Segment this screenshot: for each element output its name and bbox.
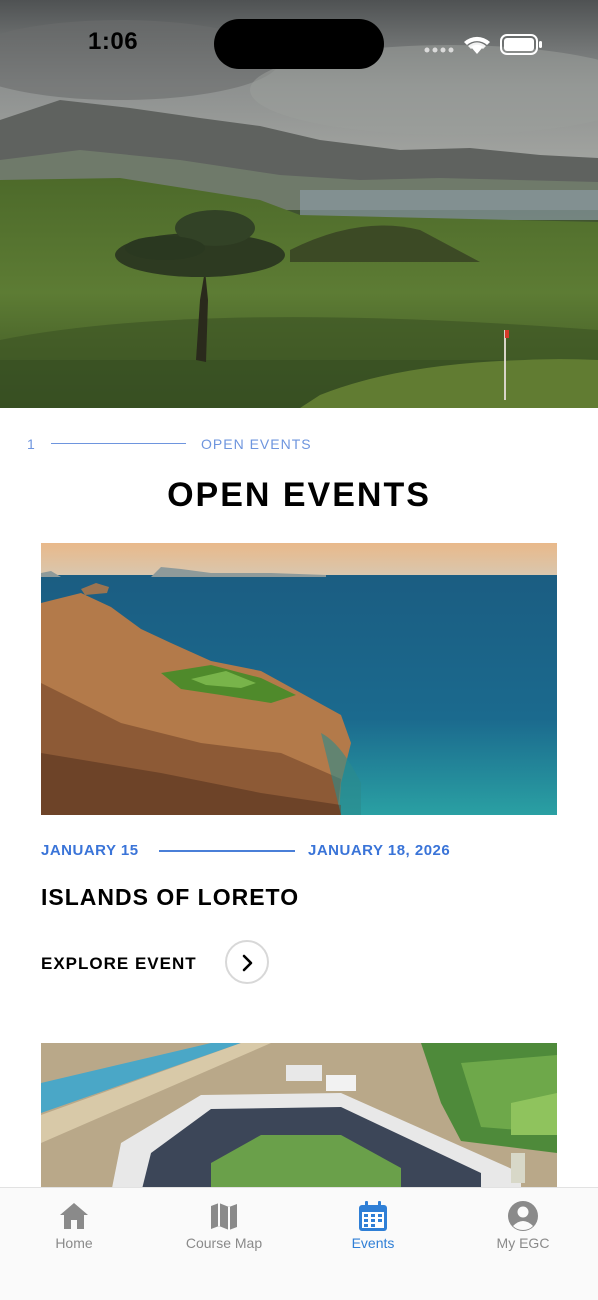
explore-event-arrow[interactable] — [225, 940, 269, 984]
dynamic-island — [214, 19, 384, 69]
status-icons — [424, 32, 546, 56]
tab-course-map[interactable]: Course Map — [164, 1198, 284, 1258]
event-image[interactable] — [41, 543, 557, 815]
events-screen: 1:06 1 OPEN EVENTS OPEN EVENTS JANUARY 1… — [0, 0, 598, 1300]
tab-bar: Home Course Map Events My EGC — [0, 1187, 598, 1300]
tab-label: Events — [351, 1235, 395, 1251]
signal-icon — [424, 47, 454, 53]
tab-home[interactable]: Home — [14, 1198, 134, 1258]
battery-icon — [500, 34, 542, 55]
wifi-icon — [464, 36, 490, 54]
explore-event-button[interactable]: EXPLORE EVENT — [41, 938, 281, 988]
section-rule — [51, 443, 186, 444]
section-label: OPEN EVENTS — [201, 436, 312, 452]
explore-event-label: EXPLORE EVENT — [41, 954, 197, 973]
event-dates: JANUARY 15 JANUARY 18, 2026 — [41, 840, 557, 862]
event-start-date: JANUARY 15 — [41, 842, 139, 859]
section-header: 1 OPEN EVENTS — [0, 430, 598, 458]
date-rule — [159, 850, 295, 852]
tab-label: Course Map — [185, 1235, 263, 1251]
event-image[interactable] — [41, 1043, 557, 1193]
map-icon — [211, 1203, 237, 1230]
tab-my-egc[interactable]: My EGC — [463, 1198, 583, 1258]
tab-events[interactable]: Events — [313, 1198, 433, 1258]
page-title: OPEN EVENTS — [167, 476, 431, 514]
tab-label: My EGC — [496, 1235, 550, 1251]
event-end-date: JANUARY 18, 2026 — [308, 842, 451, 859]
tab-label: Home — [55, 1235, 93, 1251]
section-index: 1 — [27, 436, 36, 452]
home-icon — [60, 1203, 88, 1229]
event-name: ISLANDS OF LORETO — [41, 884, 300, 910]
account-icon — [508, 1201, 538, 1231]
chevron-right-icon — [242, 954, 253, 972]
calendar-icon — [359, 1201, 387, 1231]
status-time: 1:06 — [88, 28, 139, 55]
